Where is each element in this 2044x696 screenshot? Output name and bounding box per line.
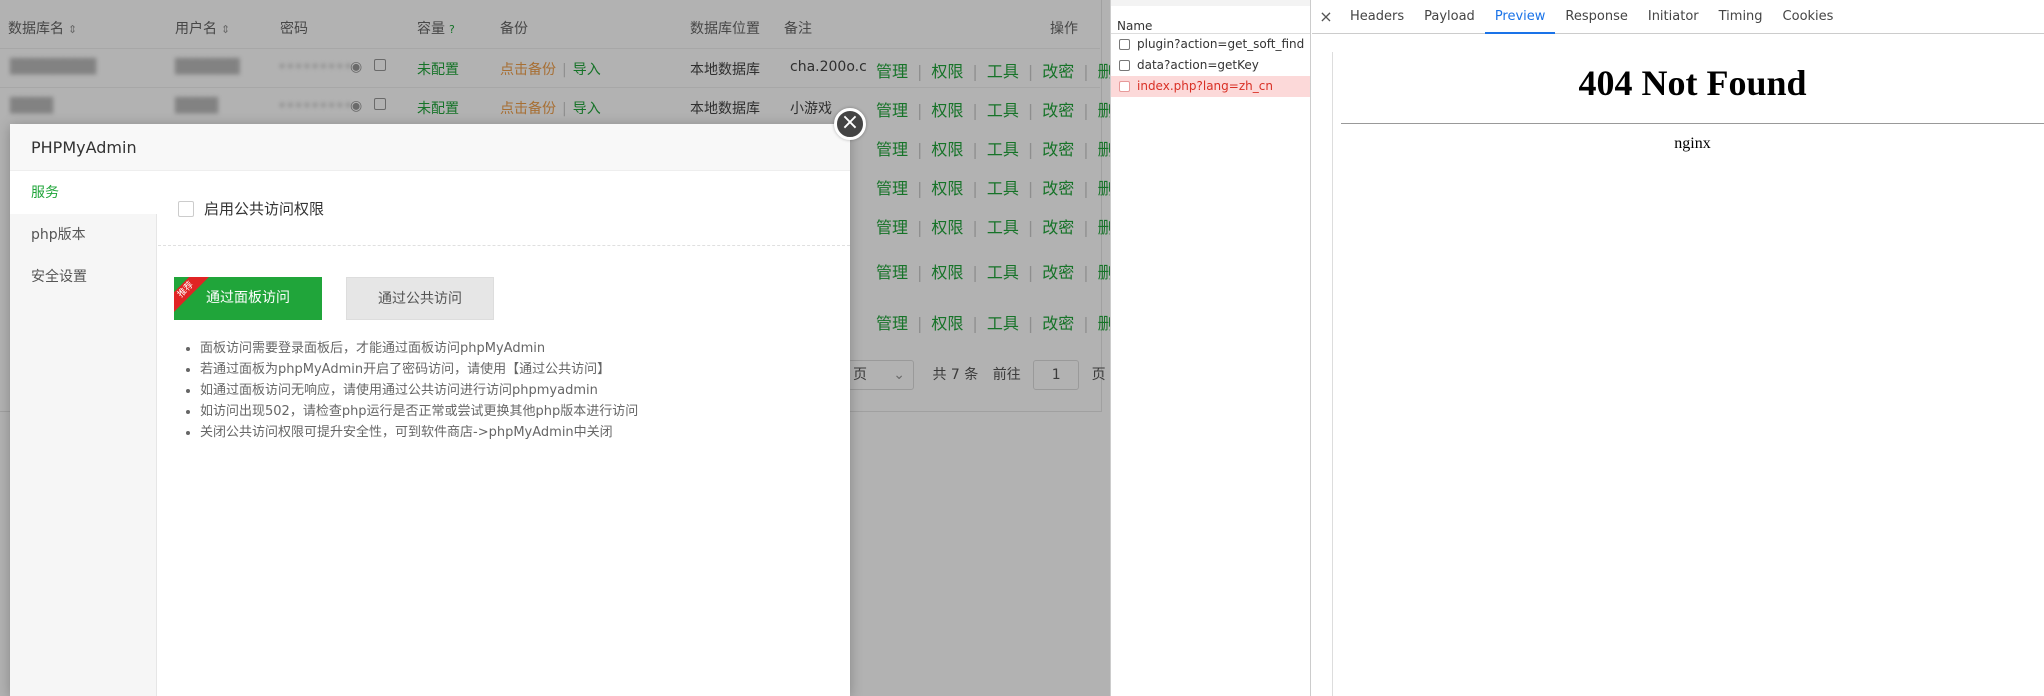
close-icon[interactable]: × [1312,7,1340,26]
request-checkbox[interactable] [1119,39,1130,50]
tip-item: 若通过面板为phpMyAdmin开启了密码访问，请使用【通过公共访问】 [200,359,638,380]
panel-access-button[interactable]: 推荐 通过面板访问 [174,277,322,320]
public-access-row: 启用公共访问权限 [158,172,850,246]
tab-payload[interactable]: Payload [1414,0,1485,34]
side-item-service[interactable]: 服务 [10,172,158,214]
public-access-label[interactable]: 启用公共访问权限 [204,198,324,219]
dialog-body: 启用公共访问权限 推荐 通过面板访问 通过公共访问 面板访问需要登录面板后，才能… [158,172,850,696]
tip-item: 关闭公共访问权限可提升安全性，可到软件商店->phpMyAdmin中关闭 [200,422,638,443]
tip-item: 面板访问需要登录面板后，才能通过面板访问phpMyAdmin [200,338,638,359]
request-checkbox[interactable] [1119,60,1130,71]
side-item-php-version[interactable]: php版本 [10,214,156,256]
preview-heading: 404 Not Found [1578,63,1807,103]
help-tips: 面板访问需要登录面板后，才能通过面板访问phpMyAdmin 若通过面板为php… [200,338,638,443]
request-row[interactable]: data?action=getKey [1111,55,1310,76]
tab-cookies[interactable]: Cookies [1773,0,1844,34]
public-access-button[interactable]: 通过公共访问 [346,277,494,320]
request-checkbox[interactable] [1119,81,1130,92]
name-column-header[interactable]: Name [1111,0,1310,34]
preview-pane: 404 Not Found nginx [1332,52,2044,696]
divider [1341,123,2044,124]
close-icon[interactable]: × [834,108,866,140]
tab-response[interactable]: Response [1555,0,1637,34]
devtools-network-panel: Name plugin?action=get_soft_find data?ac… [1110,0,2044,696]
tab-timing[interactable]: Timing [1709,0,1773,34]
side-item-security[interactable]: 安全设置 [10,256,156,298]
tip-item: 如访问出现502，请检查php运行是否正常或尝试更换其他php版本进行访问 [200,401,638,422]
public-access-checkbox[interactable] [178,200,194,217]
dialog-title: PHPMyAdmin [10,124,850,171]
request-row-error[interactable]: index.php?lang=zh_cn [1111,76,1310,97]
tab-headers[interactable]: Headers [1340,0,1414,34]
detail-tabs: × Headers Payload Preview Response Initi… [1312,0,2044,34]
dialog-sidebar: 服务 php版本 安全设置 [10,172,158,696]
preview-server: nginx [1674,135,1711,152]
phpmyadmin-dialog: PHPMyAdmin 服务 php版本 安全设置 启用公共访问权限 推荐 通过面… [10,124,850,696]
request-row[interactable]: plugin?action=get_soft_find [1111,34,1310,55]
tab-preview[interactable]: Preview [1484,0,1556,34]
tip-item: 如通过面板访问无响应，请使用通过公共访问进行访问phpmyadmin [200,380,638,401]
request-detail: × Headers Payload Preview Response Initi… [1312,0,2044,696]
request-list: Name plugin?action=get_soft_find data?ac… [1111,0,1311,696]
tab-initiator[interactable]: Initiator [1638,0,1709,34]
